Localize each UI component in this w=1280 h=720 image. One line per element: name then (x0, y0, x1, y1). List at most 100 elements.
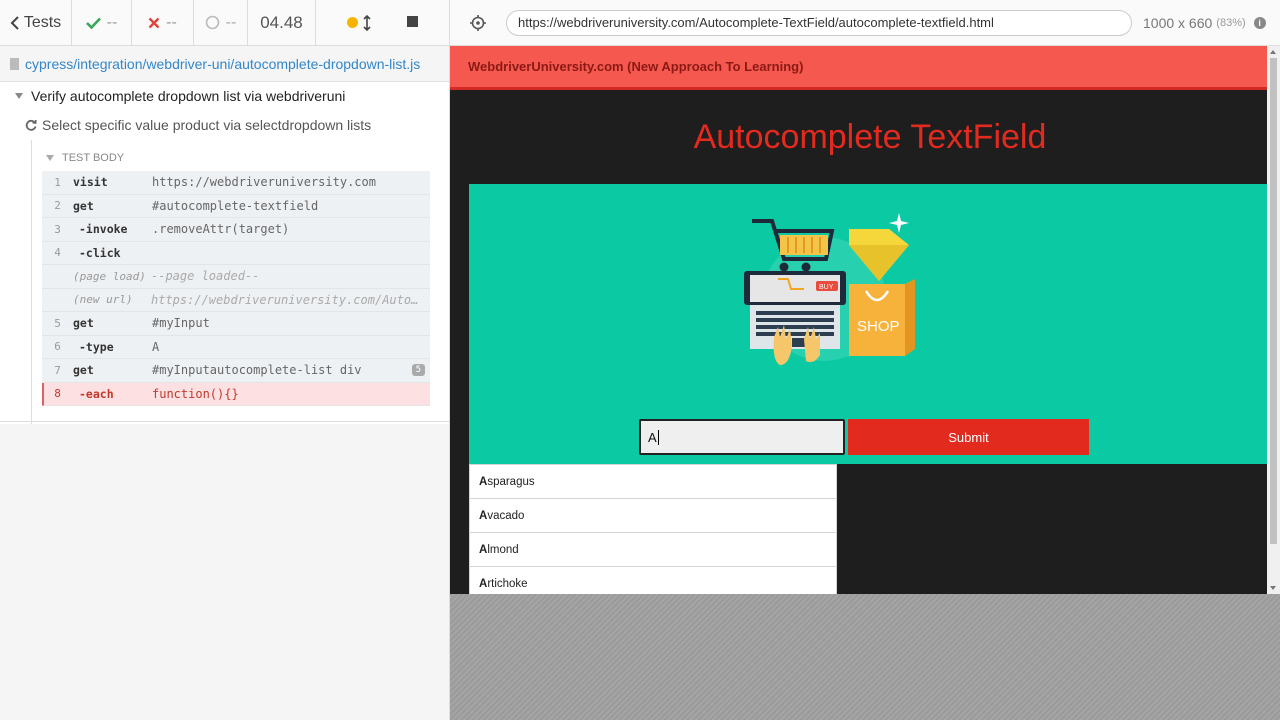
command-row[interactable]: 6 -type A (42, 335, 430, 359)
browser-url-bar: https://webdriveruniversity.com/Autocomp… (450, 0, 1280, 46)
auto-scroll-toggle[interactable] (346, 14, 371, 31)
element-count-badge: 5 (411, 364, 425, 376)
chevron-down-icon (46, 155, 54, 161)
command-message: function(){} (152, 386, 239, 401)
app-preview-panel: https://webdriveruniversity.com/Autocomp… (450, 0, 1280, 720)
command-log: 1 visit https://webdriveruniversity.com 2g… (42, 171, 430, 406)
x-icon (148, 17, 160, 28)
suggestion-rest: lmond (487, 543, 519, 556)
check-icon (85, 17, 101, 29)
command-number: 1 (54, 175, 61, 189)
autocomplete-item[interactable]: Avacado (470, 499, 836, 533)
event-row[interactable]: (new url) https://webdriveruniversity.com… (42, 288, 430, 312)
command-number: 5 (54, 316, 61, 330)
scrollbar-thumb[interactable] (1270, 58, 1277, 544)
autocomplete-item[interactable]: Asparagus (470, 465, 836, 499)
command-row-failed[interactable]: 8 -each function(){} (42, 382, 430, 406)
autocomplete-input[interactable]: A (639, 419, 845, 455)
event-row[interactable]: (page load) --page loaded-- (42, 265, 430, 289)
command-row[interactable]: 4 -click (42, 241, 430, 265)
aut-iframe: WebdriverUniversity.com (New Approach To… (450, 46, 1280, 594)
command-number: 2 (54, 199, 61, 213)
divider (0, 421, 449, 422)
match-prefix: A (479, 543, 488, 556)
shop-text: SHOP (857, 318, 900, 335)
test-body-header[interactable]: TEST BODY (42, 148, 429, 168)
aut-background (450, 594, 1280, 720)
test-title-text: Select specific value product via select… (42, 117, 372, 133)
passed-count: -- (72, 0, 132, 46)
match-prefix: A (479, 475, 488, 488)
reporter-header: Tests -- -- -- 04.48 (0, 0, 449, 46)
spec-path[interactable]: cypress/integration/webdriver-uni/autoco… (0, 46, 449, 82)
command-name: -invoke (79, 222, 128, 237)
command-message: #myInput (152, 316, 210, 331)
pending-value: -- (225, 13, 237, 31)
suite-title[interactable]: Verify autocomplete dropdown list via we… (0, 82, 449, 110)
stop-button[interactable] (406, 14, 418, 32)
command-message: --page loaded-- (151, 269, 260, 284)
command-message: https://webdriveruniversity.com/Autocomp… (151, 292, 430, 307)
command-name: (new url) (73, 293, 133, 307)
scroll-down-icon[interactable] (1270, 586, 1276, 590)
suggestion-rest: vacado (487, 509, 525, 522)
refresh-icon (25, 119, 37, 131)
command-message: A (152, 339, 160, 354)
command-number: 3 (54, 222, 61, 236)
resize-arrows-icon (362, 14, 371, 31)
command-message: .removeAttr(target) (152, 222, 290, 237)
site-brand-link[interactable]: WebdriverUniversity.com (New Approach To… (468, 59, 803, 74)
failed-count: -- (132, 0, 194, 46)
command-name: visit (73, 175, 108, 190)
info-icon[interactable]: i (1253, 16, 1266, 29)
command-number: 6 (54, 340, 61, 354)
hero-section: SHOP BUY A Submit (469, 184, 1267, 464)
command-row[interactable]: 5 get #myInput (42, 312, 430, 336)
file-icon (10, 57, 19, 70)
text-caret (657, 429, 659, 445)
stop-icon (406, 15, 418, 27)
selector-playground-button[interactable] (450, 14, 506, 31)
spinner-icon (205, 15, 219, 30)
command-message: #myInputautocomplete-list div (152, 363, 362, 378)
tests-button[interactable]: Tests (0, 0, 72, 46)
site-navbar: WebdriverUniversity.com (New Approach To… (450, 46, 1267, 90)
iframe-scrollbar[interactable] (1267, 46, 1280, 594)
command-number: 4 (54, 246, 61, 260)
command-row[interactable]: 2 get #autocomplete-textfield (42, 194, 430, 218)
command-name: -type (79, 339, 114, 354)
test-title[interactable]: Select specific value product via select… (0, 110, 449, 140)
suite: Verify autocomplete dropdown list via we… (0, 82, 449, 424)
page-title: Autocomplete TextField (693, 118, 1047, 156)
input-value: A (648, 429, 657, 445)
autocomplete-item[interactable]: Almond (470, 533, 836, 567)
command-name: -click (79, 245, 121, 260)
command-name: get (73, 198, 94, 213)
autocomplete-item[interactable]: Artichoke (470, 567, 836, 594)
suggestion-rest: sparagus (487, 475, 535, 488)
match-prefix: A (479, 577, 488, 590)
viewport-scale: (83%) (1216, 16, 1246, 29)
chevron-down-icon (15, 93, 23, 99)
scroll-up-icon[interactable] (1270, 50, 1276, 54)
duration-timer: 04.48 (248, 0, 316, 46)
command-name: get (73, 316, 94, 331)
spec-path-text[interactable]: cypress/integration/webdriver-uni/autoco… (25, 56, 420, 72)
run-controls (316, 0, 448, 46)
pending-count: -- (194, 0, 248, 46)
viewport-dimensions: 1000 x 660 (1143, 14, 1213, 31)
submit-button[interactable]: Submit (848, 419, 1089, 455)
reporter-panel: Tests -- -- -- 04.48 cypress/integration… (0, 0, 450, 720)
failed-value: -- (166, 13, 177, 31)
command-row[interactable]: 1 visit https://webdriveruniversity.com (42, 171, 430, 195)
tests-label: Tests (23, 13, 62, 31)
url-field[interactable]: https://webdriveruniversity.com/Autocomp… (506, 9, 1132, 36)
crosshair-icon (470, 14, 486, 31)
command-row[interactable]: 3 -invoke .removeAttr(target) (42, 218, 430, 242)
passed-value: -- (106, 13, 118, 31)
command-row[interactable]: 7 get #myInputautocomplete-list div 5 (42, 359, 430, 383)
suite-title-text: Verify autocomplete dropdown list via we… (31, 88, 346, 104)
suggestion-rest: rtichoke (487, 577, 528, 590)
command-message: https://webdriveruniversity.com (152, 175, 376, 190)
command-name: (page load) (73, 269, 146, 283)
